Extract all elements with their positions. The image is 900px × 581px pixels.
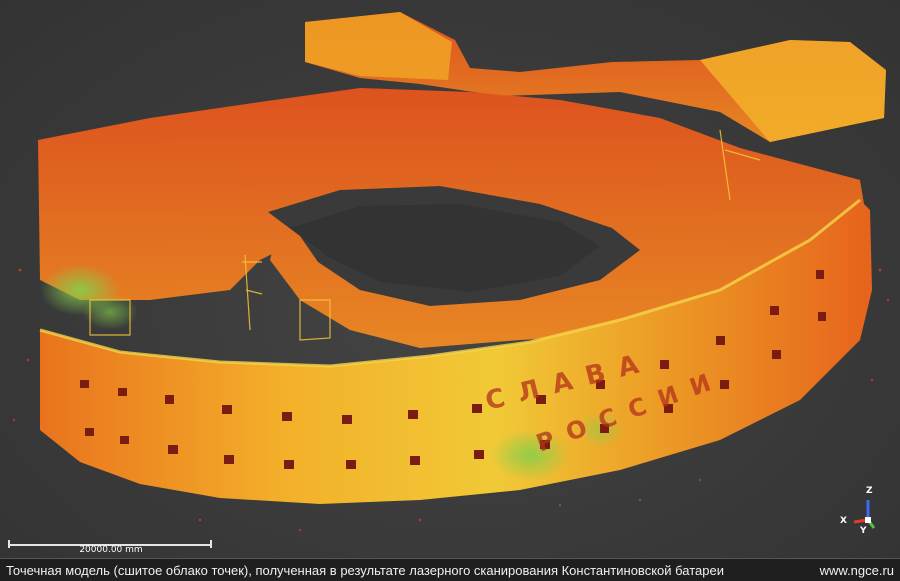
axes-gizmo[interactable]: Z X Y: [836, 486, 886, 536]
axis-x-label: X: [840, 516, 847, 526]
scale-bar: 20000.00 mm: [8, 538, 214, 555]
point-cloud-viewport[interactable]: СЛАВА РОССИИ 20000.00 mm Z X Y: [0, 0, 900, 558]
point-cloud-render: СЛАВА РОССИИ: [12, 12, 890, 532]
scale-bar-label: 20000.00 mm: [79, 545, 143, 555]
image-caption: Точечная модель (сшитое облако точек), п…: [6, 562, 724, 578]
caption-bar: Точечная модель (сшитое облако точек), п…: [0, 558, 900, 581]
axis-y-label: Y: [860, 526, 867, 536]
site-link[interactable]: www.ngce.ru: [820, 563, 900, 578]
axis-z-label: Z: [866, 486, 873, 496]
